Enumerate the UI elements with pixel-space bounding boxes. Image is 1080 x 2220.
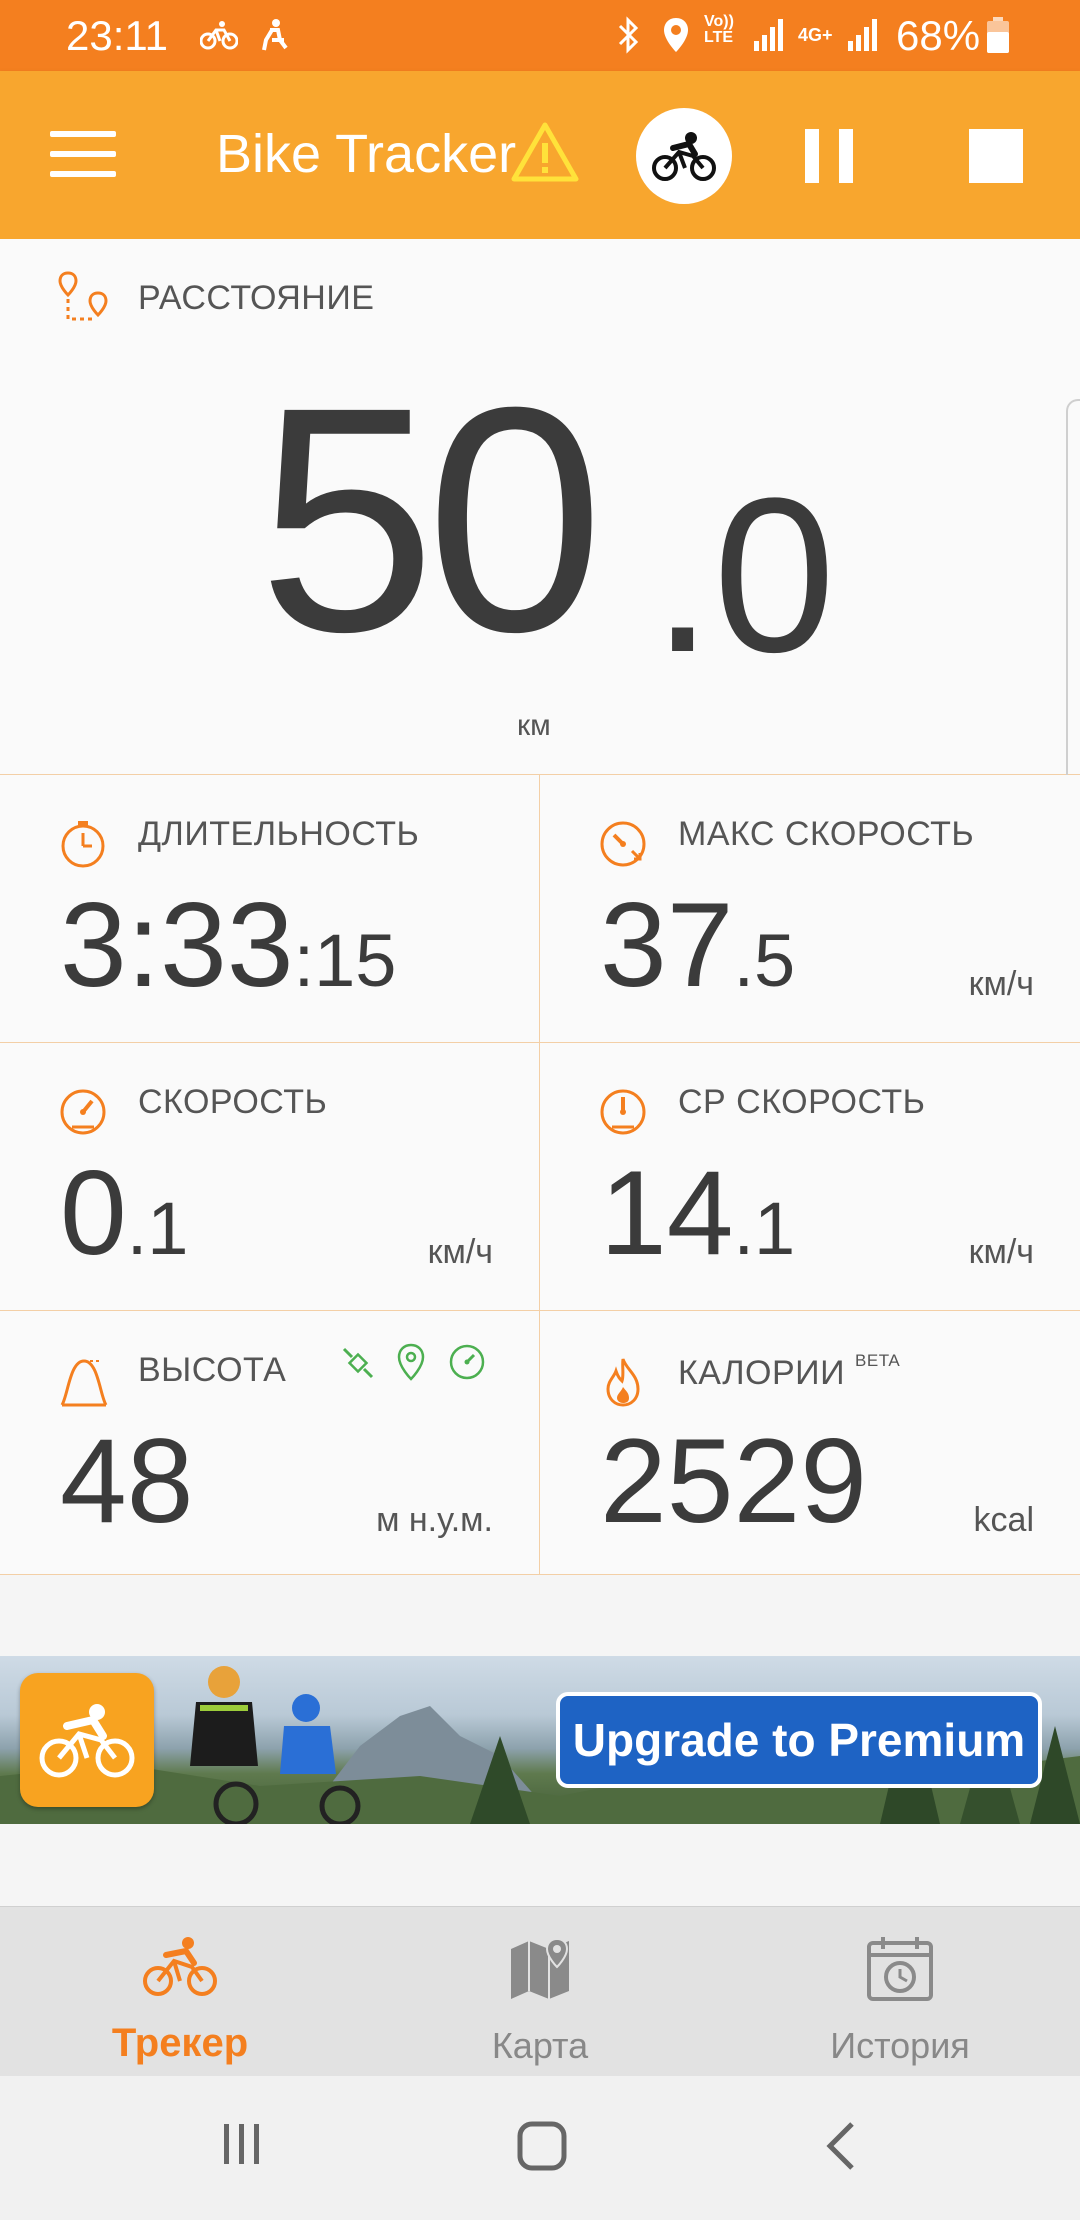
duration-label: ДЛИТЕЛЬНОСТЬ (138, 815, 420, 853)
location-icon (662, 14, 690, 56)
route-icon (58, 271, 110, 328)
altitude-value: 48 (60, 1421, 193, 1541)
premium-banner[interactable]: Upgrade to Premium (0, 1656, 1080, 1824)
max-speed-value: 37.5 (600, 885, 795, 1005)
menu-icon[interactable] (50, 131, 116, 181)
max-speed-cell: МАКС СКОРОСТЬ 37.5 км/ч (540, 775, 1080, 1043)
max-speed-decimal: .5 (733, 919, 796, 1002)
max-speed-label: МАКС СКОРОСТЬ (678, 815, 975, 853)
avg-speed-label: СР СКОРОСТЬ (678, 1083, 926, 1121)
distance-unit: км (517, 709, 551, 742)
beta-badge: BETA (855, 1351, 901, 1370)
app-title: Bike Tracker (216, 124, 517, 184)
warning-icon[interactable] (510, 121, 580, 188)
duration-main: 3:33 (60, 878, 294, 1012)
avg-speed-main: 14 (600, 1146, 734, 1280)
upgrade-premium-button[interactable]: Upgrade to Premium (556, 1692, 1042, 1788)
app-bar: Bike Tracker (0, 71, 1080, 239)
speed-value: 0.1 (60, 1153, 188, 1273)
speed-cell: СКОРОСТЬ 0.1 км/ч (0, 1043, 540, 1311)
altitude-unit: м н.у.м. (376, 1501, 493, 1539)
map-icon (360, 1935, 720, 2001)
signal-icon (846, 14, 880, 56)
calories-label: КАЛОРИИ BETA (678, 1351, 900, 1393)
calories-value: 2529 (600, 1421, 867, 1541)
home-icon[interactable] (516, 2120, 568, 2177)
altitude-cell: ВЫСОТА 48 м н.у.м. (0, 1311, 540, 1575)
tab-tracker-label: Трекер (111, 2021, 249, 2065)
distance-value: 50 (258, 340, 604, 698)
altitude-icon (58, 1355, 110, 1412)
bike-icon (0, 1935, 360, 1999)
duration-seconds: :15 (293, 919, 397, 1002)
stop-icon[interactable] (969, 129, 1023, 183)
altitude-main: 48 (60, 1414, 194, 1548)
battery-icon (986, 14, 1010, 56)
avg-speed-icon (598, 1087, 648, 1142)
speed-main: 0 (60, 1146, 127, 1280)
bottom-navigation: Трекер Карта История (0, 1906, 1080, 2076)
bike-mode-icon[interactable] (636, 108, 732, 204)
avg-speed-unit: км/ч (968, 1233, 1034, 1271)
back-icon[interactable] (822, 2120, 862, 2177)
speed-decimal: .1 (126, 1187, 189, 1270)
barometer-icon (448, 1343, 486, 1386)
duration-value: 3:33:15 (60, 885, 396, 1005)
history-icon (720, 1935, 1080, 2003)
altitude-label: ВЫСОТА (138, 1351, 287, 1389)
bike-notification-icon (200, 14, 238, 56)
speedometer-icon (58, 1087, 108, 1142)
distance-decimal: .0 (652, 452, 836, 698)
tab-history[interactable]: История (720, 1907, 1080, 2077)
max-speed-unit: км/ч (968, 965, 1034, 1003)
status-bar: 23:11 Vo)) LTE 4G+ 68% (0, 0, 1080, 71)
status-time: 23:11 (66, 12, 168, 59)
volte-icon: Vo)) LTE (704, 13, 734, 46)
walk-notification-icon (258, 14, 290, 56)
speed-unit: км/ч (427, 1233, 493, 1271)
tab-history-label: История (830, 2025, 970, 2066)
bluetooth-icon (616, 14, 642, 56)
max-speed-icon (598, 819, 648, 874)
signal-icon (752, 14, 786, 56)
tab-tracker[interactable]: Трекер (0, 1907, 360, 2077)
calories-unit: kcal (973, 1501, 1034, 1539)
calories-label-text: КАЛОРИИ (678, 1354, 846, 1392)
edge-panel-handle[interactable] (1066, 399, 1080, 809)
tab-map[interactable]: Карта (360, 1907, 720, 2077)
battery-percent: 68% (896, 12, 981, 59)
satellite-icon (340, 1345, 376, 1386)
app-logo-icon (20, 1673, 154, 1807)
tab-map-label: Карта (491, 2025, 589, 2066)
system-navigation-bar (0, 2076, 1080, 2220)
avg-speed-value: 14.1 (600, 1153, 795, 1273)
flame-icon (598, 1355, 648, 1412)
avg-speed-cell: СР СКОРОСТЬ 14.1 км/ч (540, 1043, 1080, 1311)
distance-label: РАССТОЯНИЕ (138, 279, 375, 317)
recent-apps-icon[interactable] (218, 2120, 266, 2173)
calories-main: 2529 (600, 1414, 867, 1548)
avg-speed-decimal: .1 (733, 1187, 796, 1270)
max-speed-main: 37 (600, 878, 734, 1012)
pause-icon[interactable] (805, 129, 853, 183)
calories-cell: КАЛОРИИ BETA 2529 kcal (540, 1311, 1080, 1575)
duration-cell: ДЛИТЕЛЬНОСТЬ 3:33:15 (0, 775, 540, 1043)
gps-pin-icon (396, 1343, 426, 1386)
distance-panel: РАССТОЯНИЕ 50 .0 км (0, 239, 1080, 775)
speed-label: СКОРОСТЬ (138, 1083, 328, 1121)
4g-icon: 4G+ (798, 24, 833, 45)
stopwatch-icon (58, 819, 108, 874)
